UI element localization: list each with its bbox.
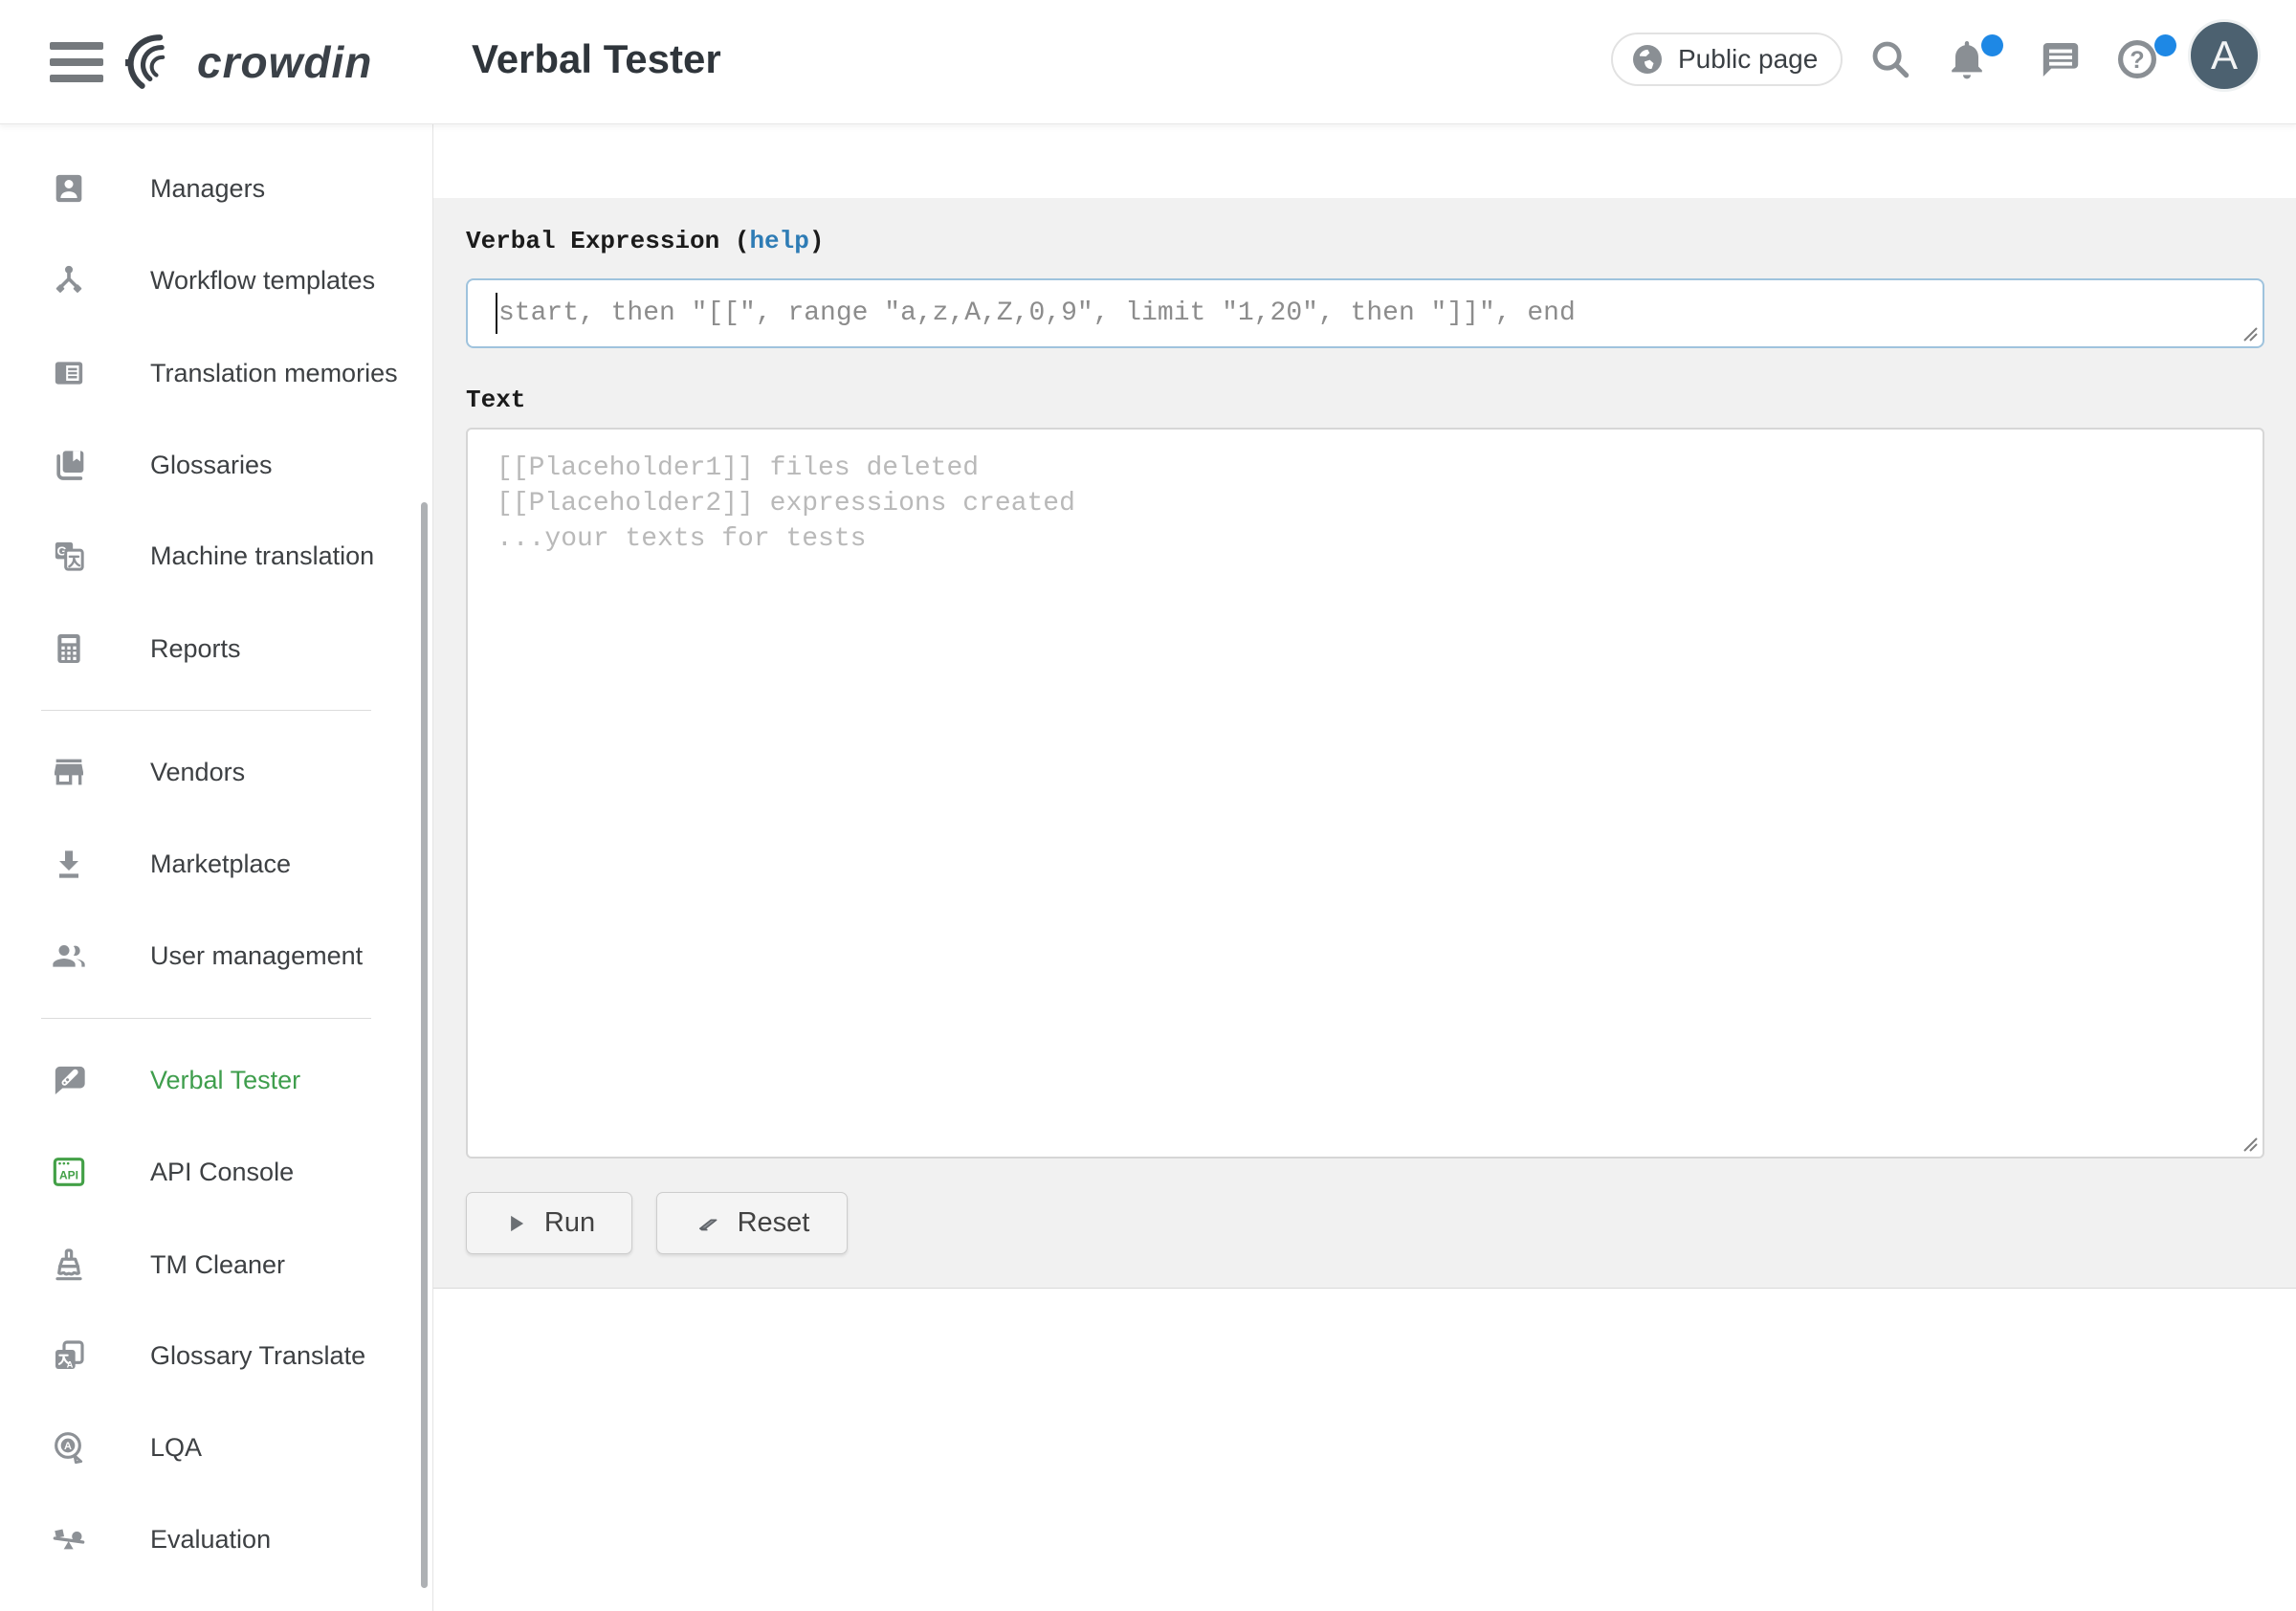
sidebar-item-label: Evaluation — [150, 1525, 271, 1555]
sidebar-item-translation-memories[interactable]: Translation memories — [0, 327, 432, 419]
sidebar-item-lqa[interactable]: A LQA — [0, 1401, 432, 1493]
sidebar-item-vendors[interactable]: Vendors — [0, 726, 432, 818]
verbal-tester-panel: Verbal Expression (help) Text Run — [433, 198, 2296, 1289]
avatar[interactable]: A — [2188, 19, 2261, 92]
expression-label-prefix: Verbal Expression ( — [466, 227, 749, 255]
broom-icon — [50, 1246, 88, 1284]
help-icon[interactable]: ? — [2114, 36, 2160, 82]
sidebar-item-tm-cleaner[interactable]: TM Cleaner — [0, 1219, 432, 1311]
download-icon — [50, 845, 88, 883]
sidebar-item-label: Glossaries — [150, 451, 273, 480]
run-button[interactable]: Run — [466, 1192, 632, 1254]
text-label: Text — [466, 386, 525, 414]
glossary-translate-icon: A — [50, 1336, 88, 1375]
sidebar-divider — [41, 710, 371, 711]
sidebar-item-api-console[interactable]: API API Console — [0, 1126, 432, 1218]
sidebar-item-user-management[interactable]: User management — [0, 910, 432, 1002]
api-window-icon: API — [50, 1153, 88, 1191]
sidebar: Managers Workflow templates Translation … — [0, 124, 433, 1611]
book-bookmark-icon — [50, 446, 88, 484]
search-icon[interactable] — [1867, 36, 1913, 82]
text-caret — [496, 293, 497, 334]
sidebar-item-workflow-templates[interactable]: Workflow templates — [0, 234, 432, 326]
sidebar-item-label: Machine translation — [150, 541, 374, 571]
expression-input[interactable] — [466, 278, 2264, 348]
top-header: crowdin Verbal Tester Public page — [0, 0, 2296, 124]
sidebar-item-label: API Console — [150, 1158, 294, 1187]
svg-text:A: A — [67, 1360, 74, 1370]
workflow-icon — [50, 261, 88, 299]
memory-card-icon — [50, 354, 88, 392]
svg-text:A: A — [64, 1441, 72, 1452]
sidebar-item-label: Translation memories — [150, 359, 398, 388]
eraser-icon — [695, 1210, 721, 1237]
globe-icon — [1628, 40, 1667, 78]
sidebar-item-label: Marketplace — [150, 850, 291, 879]
sidebar-item-label: Verbal Tester — [150, 1066, 300, 1095]
help-link[interactable]: help — [749, 227, 808, 255]
sidebar-item-verbal-tester[interactable]: Verbal Tester — [0, 1034, 432, 1126]
sidebar-item-evaluation[interactable]: Evaluation — [0, 1493, 432, 1585]
sidebar-item-label: LQA — [150, 1433, 202, 1463]
page-title: Verbal Tester — [472, 36, 721, 82]
sidebar-item-reports[interactable]: Reports — [0, 603, 432, 695]
calculator-icon — [50, 629, 88, 668]
text-input[interactable] — [466, 428, 2264, 1159]
expression-input-wrap — [466, 278, 2264, 348]
sidebar-item-label: Workflow templates — [150, 266, 375, 296]
sidebar-item-label: Managers — [150, 174, 265, 204]
svg-text:?: ? — [2130, 47, 2144, 74]
public-page-button[interactable]: Public page — [1611, 33, 1843, 86]
button-row: Run Reset — [466, 1192, 848, 1254]
storefront-icon — [50, 753, 88, 791]
balance-seesaw-icon — [50, 1520, 88, 1558]
sidebar-item-label: Reports — [150, 634, 241, 664]
resize-grip-icon[interactable] — [2238, 1132, 2259, 1153]
sidebar-item-label: User management — [150, 941, 363, 971]
sidebar-item-glossary-translate[interactable]: A Glossary Translate — [0, 1310, 432, 1401]
resize-grip-icon[interactable] — [2238, 321, 2259, 342]
text-input-wrap — [466, 428, 2264, 1159]
sidebar-item-label: Vendors — [150, 758, 245, 787]
reset-button[interactable]: Reset — [656, 1192, 848, 1254]
play-icon — [503, 1211, 528, 1236]
hamburger-menu-icon[interactable] — [50, 42, 103, 82]
magnifier-a-icon: A — [50, 1428, 88, 1467]
crowdin-logo-text: crowdin — [197, 36, 372, 88]
sidebar-item-marketplace[interactable]: Marketplace — [0, 818, 432, 910]
page: crowdin Verbal Tester Public page — [0, 0, 2296, 1611]
sidebar-divider — [41, 1018, 371, 1019]
svg-text:API: API — [59, 1169, 78, 1182]
machine-translate-icon: G — [50, 537, 88, 575]
manager-badge-icon — [50, 169, 88, 208]
sidebar-item-machine-translation[interactable]: G Machine translation — [0, 510, 432, 602]
speech-testtube-icon — [50, 1061, 88, 1099]
public-page-label: Public page — [1678, 44, 1818, 75]
people-icon — [50, 937, 88, 975]
run-button-label: Run — [544, 1207, 595, 1239]
sidebar-item-label: TM Cleaner — [150, 1250, 285, 1280]
help-badge-dot — [2154, 34, 2176, 56]
expression-label: Verbal Expression (help) — [466, 227, 824, 255]
expression-label-suffix: ) — [809, 227, 825, 255]
sidebar-scrollbar-thumb[interactable] — [421, 502, 428, 1588]
sidebar-item-label: Glossary Translate — [150, 1341, 365, 1371]
crowdin-logo[interactable]: crowdin — [124, 25, 372, 99]
avatar-letter: A — [2211, 33, 2238, 78]
reset-button-label: Reset — [738, 1207, 810, 1239]
sidebar-item-managers[interactable]: Managers — [0, 143, 432, 234]
messages-icon[interactable] — [2036, 36, 2082, 82]
crowdin-logo-mark — [124, 33, 188, 91]
sidebar-item-glossaries[interactable]: Glossaries — [0, 419, 432, 511]
notifications-badge-dot — [1981, 34, 2003, 56]
